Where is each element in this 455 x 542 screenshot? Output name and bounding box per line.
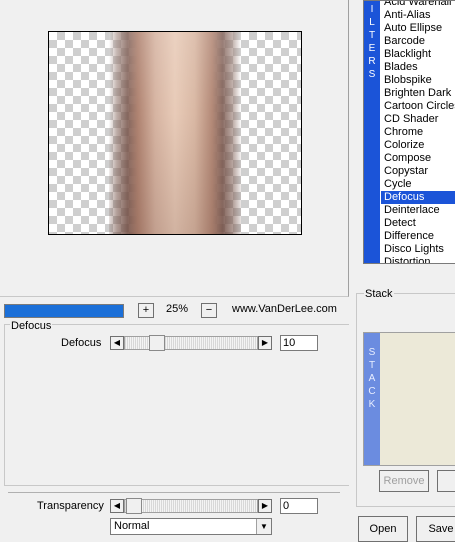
stack-label-letter: C — [368, 386, 376, 397]
blend-mode-select[interactable]: Normal ▼ — [110, 518, 272, 535]
stack-label-letter: A — [368, 373, 376, 384]
filter-item[interactable]: Difference — [381, 230, 455, 243]
blend-mode-value: Normal — [114, 520, 150, 532]
filter-item[interactable]: Copystar — [381, 165, 455, 178]
filter-item[interactable]: Distortion — [381, 256, 455, 263]
open-button[interactable]: Open — [358, 516, 408, 542]
filter-item[interactable]: Blades — [381, 61, 455, 74]
filter-item[interactable]: Cycle — [381, 178, 455, 191]
defocus-group-title: Defocus — [10, 320, 53, 332]
filters-label-letter: L — [369, 17, 375, 28]
filter-item[interactable]: Acid Warehall — [381, 1, 455, 9]
defocus-value-field[interactable]: 10 — [280, 335, 318, 351]
filters-vertical-label: I L T E R S — [364, 1, 380, 263]
filter-item[interactable]: Compose — [381, 152, 455, 165]
preview-image[interactable] — [48, 31, 302, 235]
filter-item[interactable]: Auto Ellipse — [381, 22, 455, 35]
defocus-decrease-arrow-icon[interactable]: ◀ — [110, 336, 124, 350]
remove-button[interactable]: Remove — [379, 470, 429, 492]
filter-item-selected[interactable]: Defocus — [381, 191, 455, 204]
stack-vertical-label: S T A C K — [364, 333, 380, 465]
website-link[interactable]: www.VanDerLee.com — [232, 303, 337, 315]
filter-item[interactable]: Deinterlace — [381, 204, 455, 217]
filter-item[interactable]: Blobspike — [381, 74, 455, 87]
chevron-down-icon[interactable]: ▼ — [256, 519, 271, 534]
transparency-decrease-arrow-icon[interactable]: ◀ — [110, 499, 124, 513]
filters-list-box[interactable]: I L T E R S Acid Warehall Anti-Alias Aut… — [363, 0, 455, 264]
filter-item[interactable]: Anti-Alias — [381, 9, 455, 22]
filter-item[interactable]: Barcode — [381, 35, 455, 48]
filter-item[interactable]: Chrome — [381, 126, 455, 139]
filters-label-letter: I — [370, 4, 374, 15]
zoom-in-button[interactable]: + — [138, 303, 154, 318]
transparency-label: Transparency — [37, 500, 104, 512]
stack-extra-button[interactable] — [437, 470, 455, 492]
transparency-slider[interactable] — [124, 498, 258, 514]
filters-label-letter: T — [368, 30, 376, 41]
transparency-value-field[interactable]: 0 — [280, 498, 318, 514]
defocus-param-label: Defocus — [61, 337, 102, 349]
stack-label-letter: S — [368, 347, 376, 358]
save-button[interactable]: Save — [416, 516, 455, 542]
filter-list[interactable]: Acid Warehall Anti-Alias Auto Ellipse Ba… — [381, 1, 455, 263]
filter-item[interactable]: Colorize — [381, 139, 455, 152]
filter-item[interactable]: Blacklight — [381, 48, 455, 61]
filter-item[interactable]: Disco Lights — [381, 243, 455, 256]
stack-label-letter: T — [368, 360, 376, 371]
filter-item[interactable]: CD Shader — [381, 113, 455, 126]
defocus-slider-thumb[interactable] — [149, 335, 165, 351]
stack-list-box[interactable]: S T A C K — [363, 332, 455, 466]
stack-group-title: Stack — [364, 288, 394, 300]
transparency-slider-thumb[interactable] — [126, 498, 142, 514]
defocus-increase-arrow-icon[interactable]: ▶ — [258, 336, 272, 350]
filter-item[interactable]: Brighten Dark — [381, 87, 455, 100]
filters-label-letter: S — [368, 69, 376, 80]
zoom-out-button[interactable]: − — [201, 303, 217, 318]
preview-image-shading — [109, 32, 241, 234]
filters-label-letter: R — [368, 56, 376, 67]
progress-bar — [4, 304, 124, 318]
defocus-slider[interactable] — [124, 335, 258, 351]
stack-label-letter: K — [368, 399, 376, 410]
transparency-increase-arrow-icon[interactable]: ▶ — [258, 499, 272, 513]
filter-item[interactable]: Detect — [381, 217, 455, 230]
filters-label-letter: E — [368, 43, 376, 54]
filter-item[interactable]: Cartoon Circles — [381, 100, 455, 113]
zoom-level: 25% — [165, 303, 189, 315]
